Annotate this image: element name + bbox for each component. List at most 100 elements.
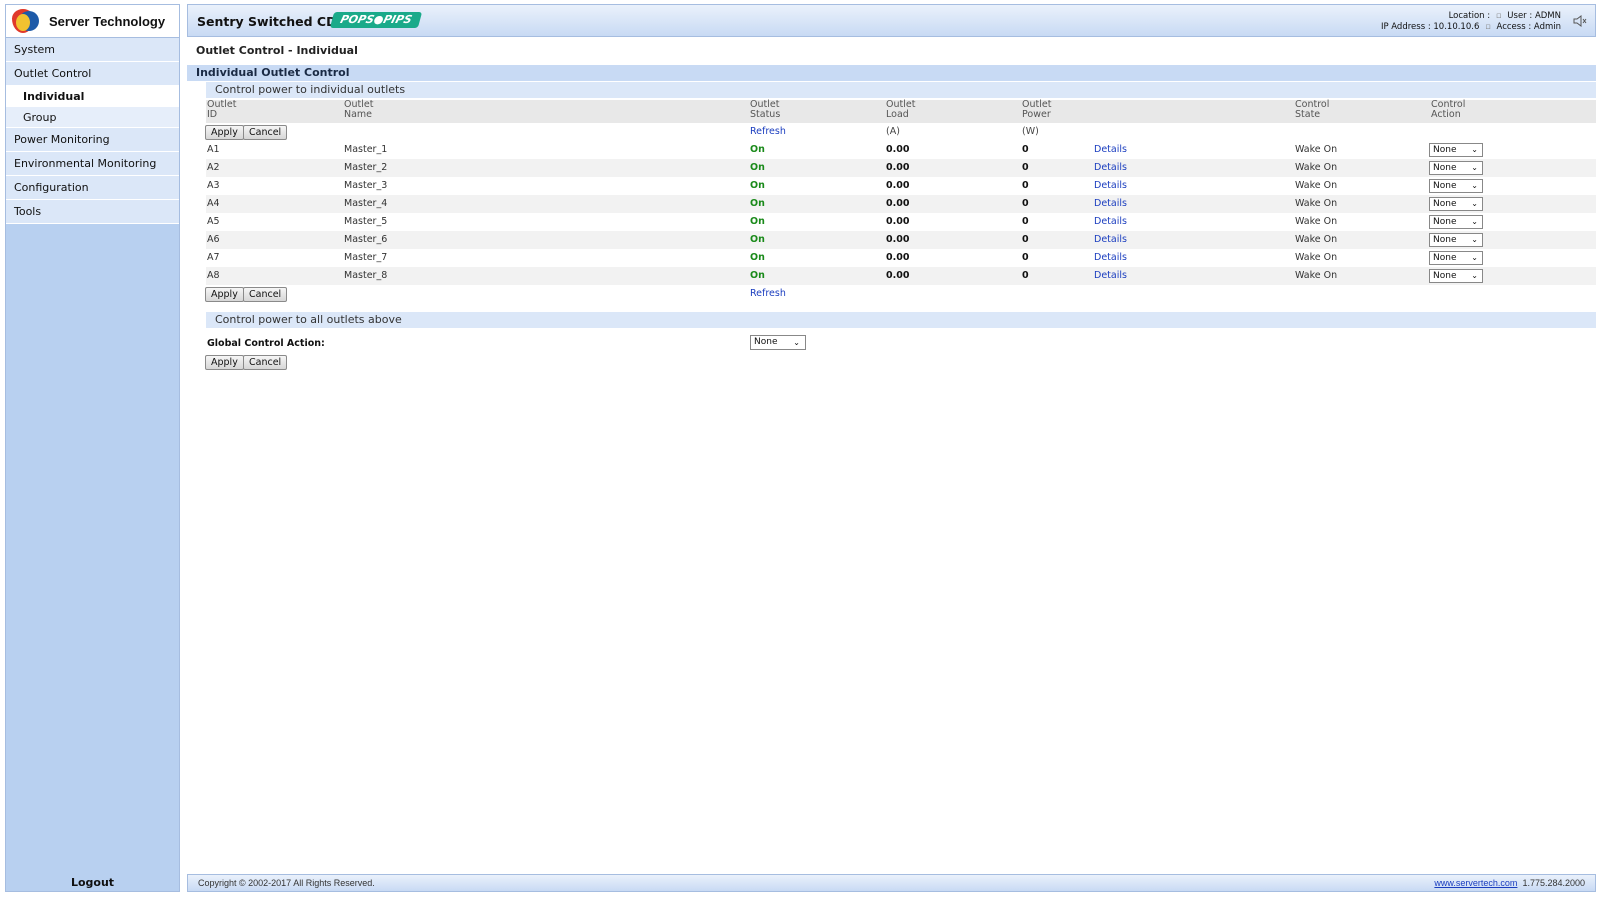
chevron-down-icon: ⌄: [1471, 271, 1478, 280]
page-title: Outlet Control - Individual: [196, 44, 358, 57]
table-row: A6 Master_6 On 0.00 0 Details Wake On None ⌄: [206, 231, 1596, 249]
control-action-select[interactable]: None ⌄: [1429, 269, 1483, 283]
outlet-id-cell: A6: [207, 234, 220, 245]
details-link[interactable]: Details: [1094, 141, 1127, 159]
outlet-power-cell: 0: [1022, 216, 1029, 227]
logout-link[interactable]: Logout: [6, 876, 179, 889]
apply-button-global[interactable]: Apply: [205, 355, 244, 370]
outlet-load-cell: 0.00: [886, 234, 910, 245]
outlet-status-cell: On: [750, 198, 765, 209]
details-link[interactable]: Details: [1094, 213, 1127, 231]
cancel-button-global[interactable]: Cancel: [243, 355, 288, 370]
table-row: A3 Master_3 On 0.00 0 Details Wake On None ⌄: [206, 177, 1596, 195]
outlet-load-cell: 0.00: [886, 216, 910, 227]
product-title: Sentry Switched CDU: [197, 14, 347, 29]
outlet-name-cell: Master_6: [344, 234, 388, 245]
details-link[interactable]: Details: [1094, 177, 1127, 195]
footer: Copyright © 2002-2017 All Rights Reserve…: [187, 874, 1596, 892]
control-action-select[interactable]: None ⌄: [1429, 143, 1483, 157]
control-state-cell: Wake On: [1295, 198, 1338, 209]
cancel-button-bottom[interactable]: Cancel: [243, 287, 288, 302]
top-header: Sentry Switched CDU POPS●PIPS Location :…: [187, 4, 1596, 37]
table-row: A8 Master_8 On 0.00 0 Details Wake On None ⌄: [206, 267, 1596, 285]
outlet-power-cell: 0: [1022, 162, 1029, 173]
outlet-power-cell: 0: [1022, 198, 1029, 209]
sidebar-item-power-monitoring[interactable]: Power Monitoring: [6, 128, 179, 152]
col-outlet-power: Outlet Power: [1022, 99, 1052, 120]
sidebar-item-environmental-monitoring[interactable]: Environmental Monitoring: [6, 152, 179, 176]
control-action-select[interactable]: None ⌄: [1429, 215, 1483, 229]
speaker-mute-icon[interactable]: [1573, 14, 1587, 28]
table-row: A7 Master_7 On 0.00 0 Details Wake On None ⌄: [206, 249, 1596, 267]
apply-button-top[interactable]: Apply: [205, 125, 244, 140]
outlet-id-cell: A2: [207, 162, 220, 173]
separator-icon: ▫: [1485, 22, 1491, 32]
outlet-id-cell: A8: [207, 270, 220, 281]
table-row: A5 Master_5 On 0.00 0 Details Wake On None ⌄: [206, 213, 1596, 231]
control-action-select[interactable]: None ⌄: [1429, 233, 1483, 247]
chevron-down-icon: ⌄: [1471, 145, 1478, 154]
outlet-power-cell: 0: [1022, 234, 1029, 245]
sidebar-item-group[interactable]: Group: [6, 107, 179, 128]
outlet-load-cell: 0.00: [886, 144, 910, 155]
outlet-status-cell: On: [750, 180, 765, 191]
details-link[interactable]: Details: [1094, 159, 1127, 177]
outlet-id-cell: A4: [207, 198, 220, 209]
col-outlet-status: Outlet Status: [750, 99, 781, 120]
phone-number: 1.775.284.2000: [1522, 878, 1585, 888]
apply-button-bottom[interactable]: Apply: [205, 287, 244, 302]
table-row: A2 Master_2 On 0.00 0 Details Wake On None ⌄: [206, 159, 1596, 177]
ip-address-label: IP Address : 10.10.10.6: [1380, 22, 1480, 32]
outlet-load-cell: 0.00: [886, 162, 910, 173]
global-control-action-select[interactable]: None ⌄: [750, 335, 806, 350]
details-link[interactable]: Details: [1094, 195, 1127, 213]
load-unit: (A): [886, 126, 900, 137]
access-label: Access : Admin: [1496, 22, 1561, 32]
brand-logo: Server Technology: [6, 5, 179, 38]
outlet-id-cell: A3: [207, 180, 220, 191]
chevron-down-icon: ⌄: [1471, 163, 1478, 172]
refresh-link-top[interactable]: Refresh: [750, 126, 786, 137]
outlet-load-cell: 0.00: [886, 270, 910, 281]
outlet-status-cell: On: [750, 162, 765, 173]
control-state-cell: Wake On: [1295, 180, 1338, 191]
details-link[interactable]: Details: [1094, 231, 1127, 249]
outlet-load-cell: 0.00: [886, 252, 910, 263]
chevron-down-icon: ⌄: [1471, 235, 1478, 244]
details-link[interactable]: Details: [1094, 267, 1127, 285]
control-state-cell: Wake On: [1295, 234, 1338, 245]
outlet-status-cell: On: [750, 252, 765, 263]
control-action-select[interactable]: None ⌄: [1429, 197, 1483, 211]
sidebar-item-tools[interactable]: Tools: [6, 200, 179, 224]
location-label: Location :: [1448, 11, 1491, 21]
outlet-id-cell: A1: [207, 144, 220, 155]
cancel-button-top[interactable]: Cancel: [243, 125, 288, 140]
subhead-individual: Control power to individual outlets: [206, 82, 1596, 98]
outlet-id-cell: A7: [207, 252, 220, 263]
sidebar-item-outlet-control[interactable]: Outlet Control: [6, 62, 179, 86]
control-state-cell: Wake On: [1295, 144, 1338, 155]
control-state-cell: Wake On: [1295, 252, 1338, 263]
outlet-load-cell: 0.00: [886, 198, 910, 209]
outlet-status-cell: On: [750, 144, 765, 155]
outlet-load-cell: 0.00: [886, 180, 910, 191]
sidebar: Server Technology System Outlet Control …: [5, 4, 180, 892]
sidebar-item-individual[interactable]: Individual: [6, 86, 179, 107]
outlet-name-cell: Master_7: [344, 252, 388, 263]
control-action-select[interactable]: None ⌄: [1429, 251, 1483, 265]
outlet-power-cell: 0: [1022, 144, 1029, 155]
sidebar-item-system[interactable]: System: [6, 38, 179, 62]
servertech-link[interactable]: www.servertech.com: [1434, 878, 1517, 888]
pops-pips-badge: POPS●PIPS: [329, 12, 423, 28]
details-link[interactable]: Details: [1094, 249, 1127, 267]
sidebar-item-configuration[interactable]: Configuration: [6, 176, 179, 200]
control-action-select[interactable]: None ⌄: [1429, 161, 1483, 175]
col-outlet-load: Outlet Load: [886, 99, 916, 120]
refresh-link-bottom[interactable]: Refresh: [750, 288, 786, 299]
separator-icon: ▫: [1495, 11, 1502, 21]
brand-name: Server Technology: [49, 13, 166, 29]
chevron-down-icon: ⌄: [1471, 199, 1478, 208]
section-header: Individual Outlet Control: [187, 65, 1596, 81]
control-action-select[interactable]: None ⌄: [1429, 179, 1483, 193]
outlet-power-cell: 0: [1022, 180, 1029, 191]
